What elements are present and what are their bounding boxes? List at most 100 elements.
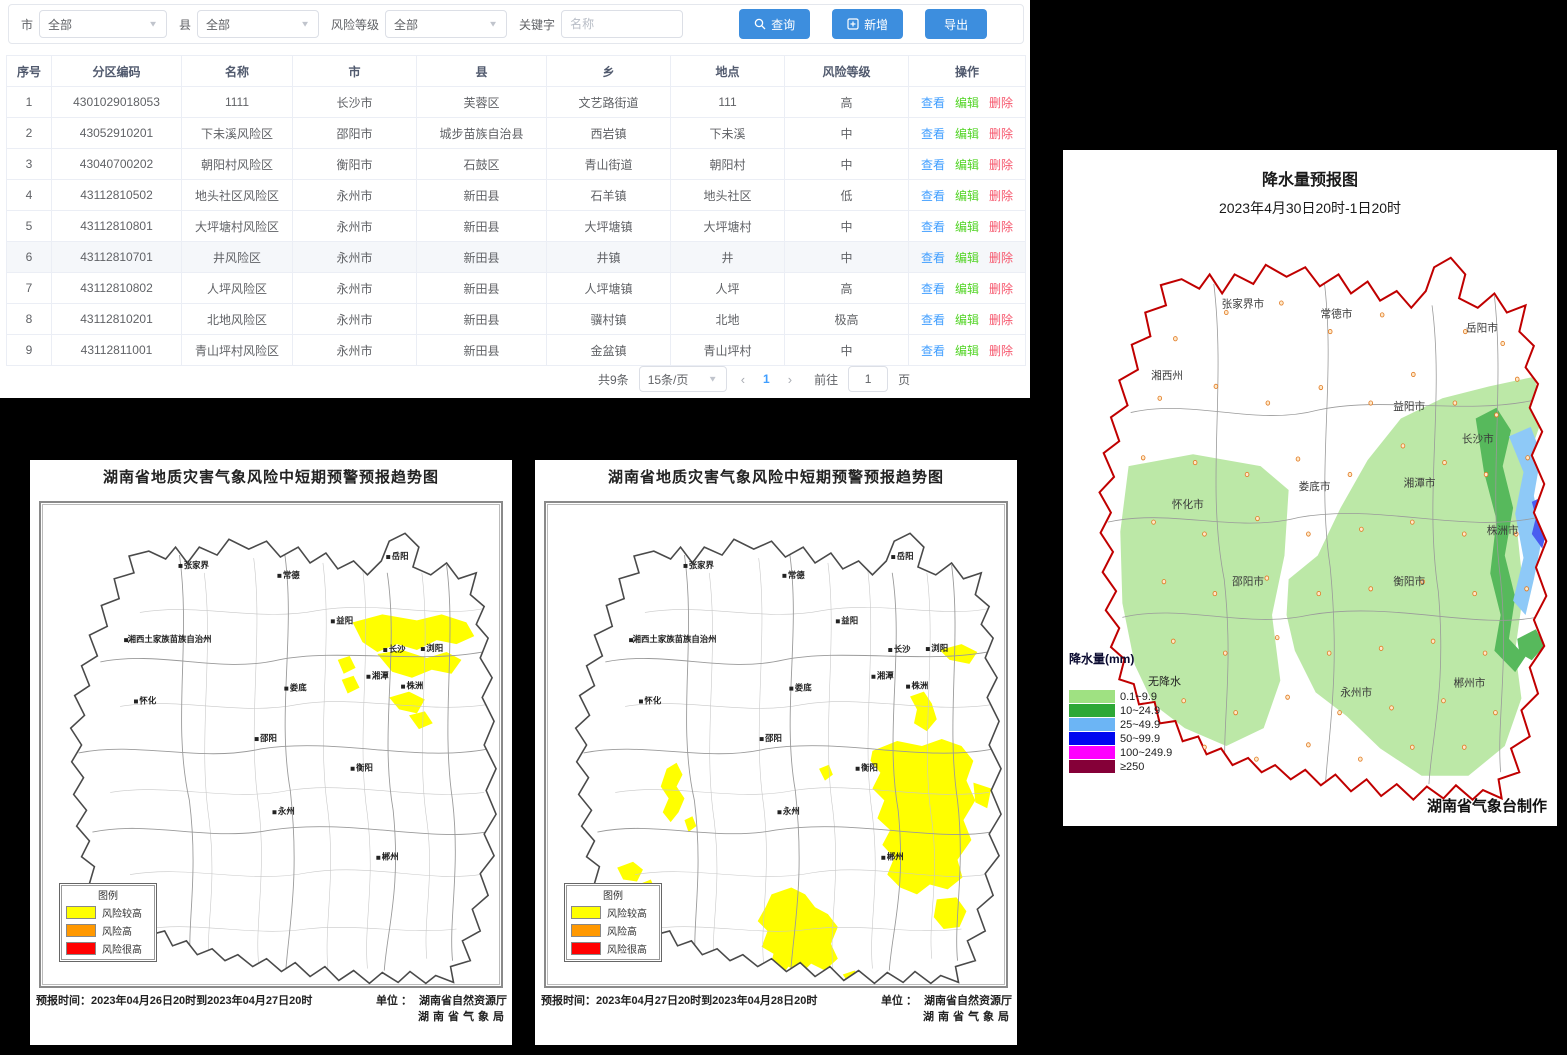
cell-seq: 4 (7, 180, 52, 211)
goto-page-input[interactable] (848, 366, 888, 392)
station-marker (1515, 377, 1519, 381)
station-marker (1348, 472, 1352, 476)
add-button[interactable]: 新增 (832, 9, 903, 39)
city-marker (386, 555, 390, 559)
table-row: 943112811001青山坪村风险区永州市新田县金盆镇青山坪村中查看编辑删除 (7, 335, 1026, 366)
edit-link[interactable]: 编辑 (955, 220, 979, 234)
station-marker (1265, 576, 1269, 580)
station-marker (1158, 396, 1162, 400)
station-marker (1328, 329, 1332, 333)
city-label: 长沙 (894, 644, 911, 654)
view-link[interactable]: 查看 (921, 127, 945, 141)
legend-label: 10~24.9 (1120, 705, 1160, 717)
legend-swatch (1069, 732, 1115, 745)
edit-link[interactable]: 编辑 (955, 96, 979, 110)
edit-link[interactable]: 编辑 (955, 282, 979, 296)
edit-link[interactable]: 编辑 (955, 313, 979, 327)
cell-place: 人坪 (671, 273, 785, 304)
station-marker (1214, 384, 1218, 388)
legend-label: 风险较高 (607, 905, 647, 920)
edit-link[interactable]: 编辑 (955, 158, 979, 172)
edit-link[interactable]: 编辑 (955, 344, 979, 358)
delete-link[interactable]: 删除 (989, 313, 1013, 327)
city-marker (871, 675, 875, 679)
search-button[interactable]: 查询 (739, 9, 810, 39)
city-marker (639, 699, 643, 703)
view-link[interactable]: 查看 (921, 313, 945, 327)
view-link[interactable]: 查看 (921, 158, 945, 172)
station-marker (1338, 711, 1342, 715)
delete-link[interactable]: 删除 (989, 96, 1013, 110)
delete-link[interactable]: 删除 (989, 127, 1013, 141)
edit-link[interactable]: 编辑 (955, 189, 979, 203)
table-row: 843112810201北地风险区永州市新田县骥村镇北地极高查看编辑删除 (7, 304, 1026, 335)
station-marker (1307, 532, 1311, 536)
city-label: 郴州市 (1454, 676, 1486, 689)
goto-label: 前往 (814, 371, 838, 388)
view-link[interactable]: 查看 (921, 282, 945, 296)
city-marker (836, 619, 840, 623)
delete-link[interactable]: 删除 (989, 344, 1013, 358)
prev-page-button[interactable]: ‹ (737, 372, 749, 387)
city-label: 岳阳市 (1466, 322, 1498, 335)
legend-label: 风险高 (607, 923, 637, 938)
station-marker (1245, 472, 1249, 476)
city-marker (277, 574, 281, 578)
view-link[interactable]: 查看 (921, 251, 945, 265)
unit-line1: 湖南省自然资源厅 (418, 992, 508, 1008)
trend-map-panel-2: 湖南省地质灾害气象风险中短期预警预报趋势图 张家界常德岳阳湘西土家族苗族自治州益… (535, 460, 1017, 1045)
risk-level-filter-select[interactable]: 全部 ▼ (385, 10, 507, 38)
city-marker (926, 647, 930, 651)
view-link[interactable]: 查看 (921, 189, 945, 203)
cell-county: 新田县 (417, 242, 547, 273)
add-icon (847, 18, 859, 30)
table-header-row: 序号分区编码名称市县乡地点风险等级操作 (7, 56, 1026, 87)
station-marker (1213, 591, 1217, 595)
city-marker (284, 687, 288, 691)
city-filter-select[interactable]: 全部 ▼ (39, 10, 167, 38)
station-marker (1173, 337, 1177, 341)
legend-swatch (571, 906, 601, 919)
delete-link[interactable]: 删除 (989, 220, 1013, 234)
city-label: 娄底 (795, 683, 812, 693)
page-size-select[interactable]: 15条/页 ▼ (639, 366, 727, 392)
view-link[interactable]: 查看 (921, 220, 945, 234)
cell-seq: 3 (7, 149, 52, 180)
legend-label: ≥250 (1120, 761, 1144, 773)
delete-link[interactable]: 删除 (989, 189, 1013, 203)
delete-link[interactable]: 删除 (989, 158, 1013, 172)
next-page-button[interactable]: › (784, 372, 796, 387)
cell-seq: 5 (7, 211, 52, 242)
unit-line2: 湖南省气象局 (418, 1008, 508, 1024)
delete-link[interactable]: 删除 (989, 251, 1013, 265)
cell-code: 4301029018053 (52, 87, 182, 118)
view-link[interactable]: 查看 (921, 96, 945, 110)
cell-town: 金盆镇 (547, 335, 671, 366)
cell-name: 人坪风险区 (182, 273, 293, 304)
edit-link[interactable]: 编辑 (955, 127, 979, 141)
cell-town: 青山街道 (547, 149, 671, 180)
chevron-down-icon: ▼ (148, 20, 158, 29)
city-label: 永州市 (1340, 686, 1372, 699)
station-marker (1443, 460, 1447, 464)
cell-actions: 查看编辑删除 (909, 304, 1026, 335)
county-filter-select[interactable]: 全部 ▼ (197, 10, 319, 38)
station-marker (1525, 587, 1529, 591)
column-header: 序号 (7, 56, 52, 87)
keyword-input[interactable] (570, 17, 674, 31)
delete-link[interactable]: 删除 (989, 282, 1013, 296)
station-marker (1390, 706, 1394, 710)
export-button[interactable]: 导出 (925, 9, 987, 39)
edit-link[interactable]: 编辑 (955, 251, 979, 265)
city-label: 郴州 (887, 852, 904, 862)
column-header: 风险等级 (785, 56, 909, 87)
view-link[interactable]: 查看 (921, 344, 945, 358)
table-row: 743112810802人坪风险区永州市新田县人坪塘镇人坪高查看编辑删除 (7, 273, 1026, 304)
chevron-down-icon: ▼ (300, 20, 310, 29)
goto-page-suffix: 页 (898, 371, 910, 388)
station-marker (1358, 757, 1362, 761)
city-marker (351, 767, 355, 771)
current-page[interactable]: 1 (759, 372, 774, 386)
station-marker (1473, 591, 1477, 595)
cell-risk: 高 (785, 273, 909, 304)
